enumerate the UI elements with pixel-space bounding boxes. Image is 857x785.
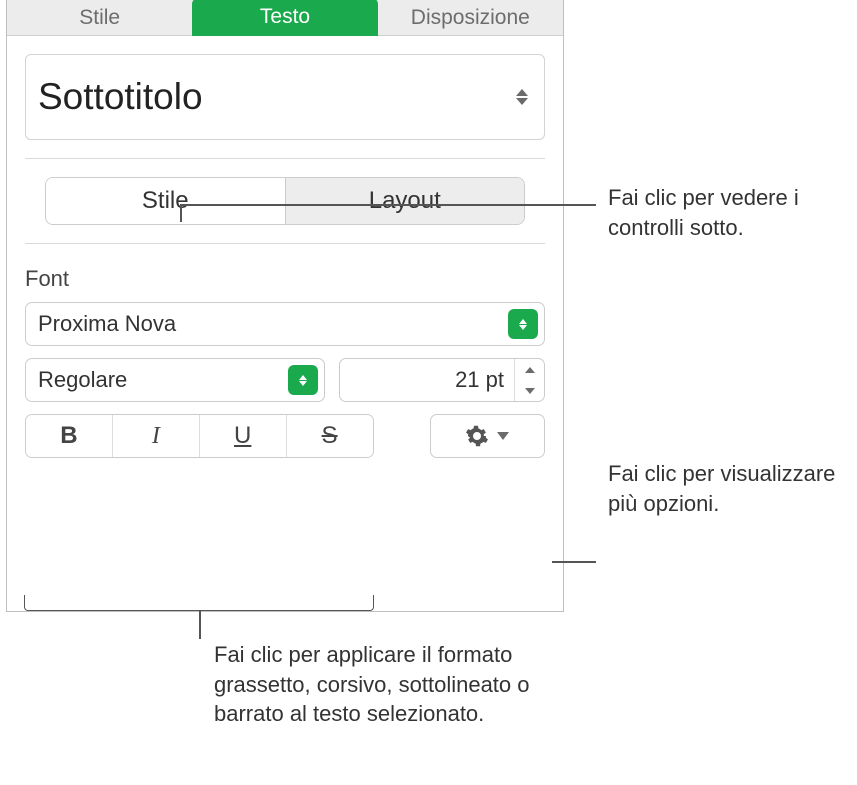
font-style-popup[interactable]: Regolare: [25, 358, 325, 402]
font-style-value: Regolare: [38, 367, 127, 393]
subtab-layout[interactable]: Layout: [285, 178, 525, 224]
text-format-group: B I U S: [25, 414, 374, 458]
font-family-value: Proxima Nova: [38, 311, 176, 337]
tab-disposizione-top[interactable]: Disposizione: [378, 0, 563, 35]
italic-button[interactable]: I: [112, 415, 199, 457]
underline-button[interactable]: U: [199, 415, 286, 457]
paragraph-style-popup[interactable]: Sottotitolo: [25, 54, 545, 140]
chevron-updown-icon: [516, 89, 528, 105]
font-section-label: Font: [25, 266, 545, 292]
chevron-updown-icon: [508, 309, 538, 339]
callout-bius: Fai clic per applicare il formato grasse…: [214, 640, 574, 729]
inspector-top-tabs: Stile Testo Disposizione: [7, 0, 563, 36]
font-family-popup[interactable]: Proxima Nova: [25, 302, 545, 346]
font-size-field[interactable]: 21 pt: [339, 358, 545, 402]
format-inspector-panel: Stile Testo Disposizione Sottotitolo Sti…: [6, 0, 564, 612]
callout-more-options: Fai clic per visualizzare più opzioni.: [608, 459, 848, 518]
callout-leader: [180, 204, 182, 222]
font-section: Font Proxima Nova Regolare 21 pt: [7, 244, 563, 458]
font-size-stepper[interactable]: [514, 359, 544, 401]
text-sub-tabs: Stile Layout: [45, 177, 525, 225]
callout-leader: [199, 611, 201, 639]
paragraph-style-value: Sottotitolo: [38, 76, 203, 118]
stepper-up[interactable]: [515, 359, 544, 380]
advanced-options-button[interactable]: [430, 414, 546, 458]
font-size-value: 21 pt: [340, 367, 514, 393]
chevron-updown-icon: [288, 365, 318, 395]
callout-subtabs: Fai clic per vedere i controlli sotto.: [608, 183, 848, 242]
callout-leader: [180, 204, 596, 206]
bold-button[interactable]: B: [26, 415, 112, 457]
stepper-down[interactable]: [515, 380, 544, 401]
gear-icon: [465, 424, 489, 448]
chevron-down-icon: [497, 432, 509, 440]
subtab-stile[interactable]: Stile: [46, 178, 285, 224]
tab-testo-top[interactable]: Testo: [192, 0, 377, 36]
callout-leader: [552, 561, 596, 563]
callout-bracket: [24, 595, 374, 611]
tab-stile-top[interactable]: Stile: [7, 0, 192, 35]
strikethrough-button[interactable]: S: [286, 415, 373, 457]
